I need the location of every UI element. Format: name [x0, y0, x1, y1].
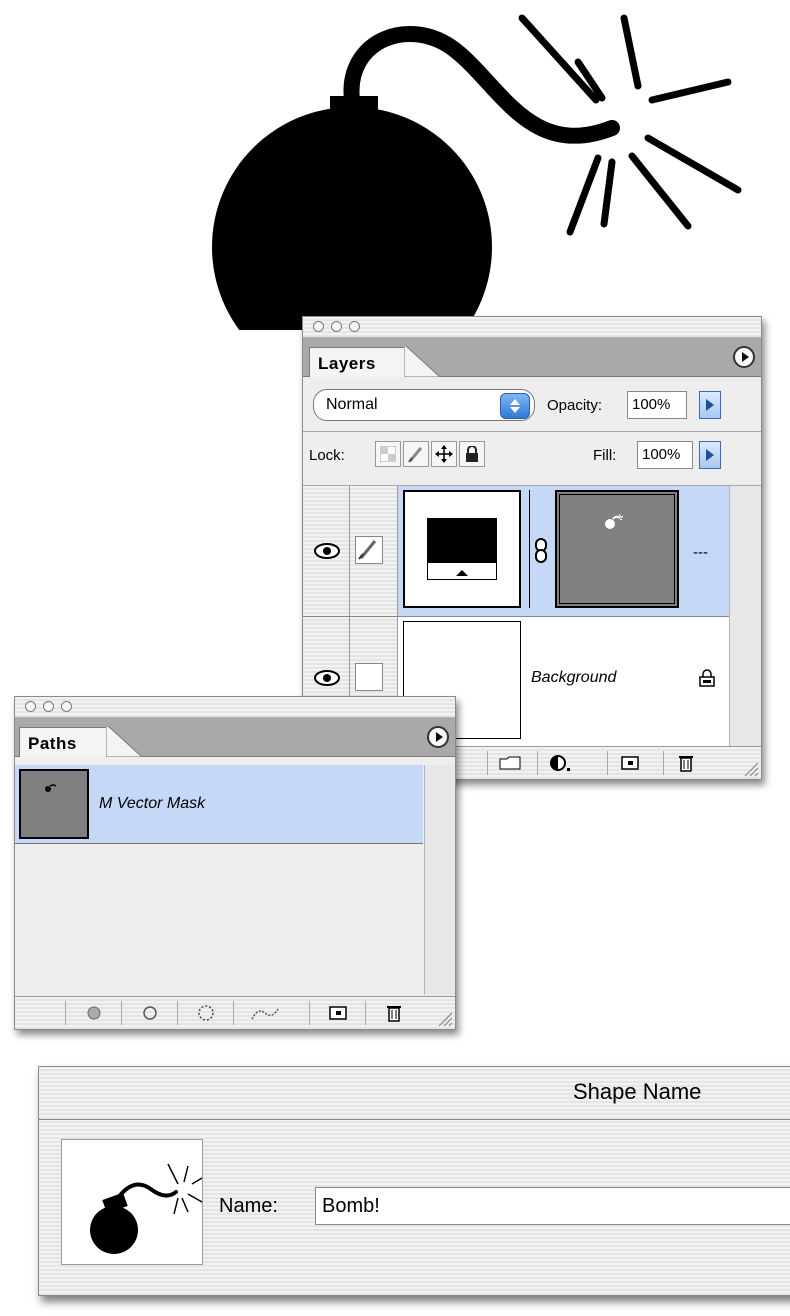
- make-work-path-button[interactable]: [233, 1001, 295, 1025]
- new-layer-button[interactable]: [607, 751, 651, 775]
- tab-layers-label: Layers: [318, 354, 376, 373]
- fill-input[interactable]: 100%: [637, 441, 693, 469]
- path-curve-icon: [250, 1008, 279, 1020]
- layers-tabrow: Layers: [303, 338, 761, 377]
- bomb-icon: [90, 1163, 203, 1254]
- play-arrow-icon: [741, 352, 749, 362]
- paths-titlebar[interactable]: [15, 697, 455, 718]
- eye-icon[interactable]: [313, 669, 341, 687]
- blend-mode-select[interactable]: Normal: [313, 389, 535, 421]
- minimize-button[interactable]: [331, 321, 342, 332]
- layer-row-shape[interactable]: ---: [303, 486, 729, 616]
- path-name: M Vector Mask: [99, 795, 206, 812]
- paths-bottom-bar: [15, 996, 455, 1029]
- opacity-label: Opacity:: [547, 397, 603, 414]
- half-circle-icon: [549, 755, 570, 771]
- brush-icon: [408, 447, 423, 463]
- new-page-icon: [620, 756, 639, 770]
- shape-name-input[interactable]: [315, 1187, 790, 1225]
- paths-scrollbar[interactable]: [424, 765, 455, 995]
- opacity-input[interactable]: 100%: [627, 391, 687, 419]
- fill-thumbnail[interactable]: [403, 490, 521, 608]
- eye-icon[interactable]: [313, 542, 341, 560]
- lock-transparency-button[interactable]: [375, 441, 401, 467]
- lock-icon: [699, 669, 715, 687]
- trash-icon: [386, 1006, 401, 1022]
- fill-value: 100%: [642, 446, 681, 463]
- delete-layer-button[interactable]: [663, 751, 707, 775]
- play-arrow-icon: [435, 732, 443, 742]
- folder-icon: [499, 756, 520, 770]
- path-thumbnail[interactable]: [19, 769, 89, 839]
- adjustment-layer-button[interactable]: [537, 751, 581, 775]
- shape-name-dialog: Shape Name Name:: [38, 1066, 790, 1296]
- filled-circle-icon: [87, 1006, 100, 1020]
- tab-edge: [404, 346, 440, 377]
- dialog-titlebar[interactable]: Shape Name: [39, 1067, 790, 1120]
- new-page-icon: [328, 1006, 347, 1020]
- resize-grip-icon[interactable]: [435, 1009, 453, 1027]
- trash-icon: [678, 756, 693, 772]
- lock-position-button[interactable]: [431, 441, 457, 467]
- brush-link-icon[interactable]: [355, 536, 383, 564]
- dialog-title: Shape Name: [573, 1079, 702, 1104]
- fill-label: Fill:: [593, 447, 617, 464]
- paths-tabrow: Paths: [15, 718, 455, 757]
- padlock-icon: [466, 446, 478, 462]
- new-group-button[interactable]: [487, 751, 531, 775]
- checker-icon: [380, 446, 396, 462]
- fill-slider-button[interactable]: [699, 441, 721, 469]
- delete-path-button[interactable]: [365, 1001, 421, 1025]
- link-slot[interactable]: [355, 663, 383, 691]
- link-chain-icon[interactable]: [535, 538, 547, 564]
- paths-panel: Paths M Vector Mask: [14, 696, 456, 1030]
- load-selection-button[interactable]: [177, 1001, 233, 1025]
- minimize-button[interactable]: [43, 701, 54, 712]
- right-arrow-icon: [706, 399, 714, 411]
- divider: [303, 431, 761, 432]
- lock-label: Lock:: [309, 447, 345, 464]
- new-path-button[interactable]: [309, 1001, 365, 1025]
- zoom-button[interactable]: [61, 701, 72, 712]
- opacity-slider-button[interactable]: [699, 391, 721, 419]
- lock-all-button[interactable]: [459, 441, 485, 467]
- bomb-shape-artwork: [212, 14, 742, 330]
- circle-outline-icon: [142, 1006, 157, 1020]
- vector-mask-thumbnail[interactable]: [555, 490, 679, 608]
- shape-preview: [61, 1139, 203, 1265]
- tab-edge: [106, 726, 142, 757]
- name-label: Name:: [219, 1195, 278, 1217]
- blend-mode-value: Normal: [326, 396, 378, 413]
- close-button[interactable]: [25, 701, 36, 712]
- lock-pixels-button[interactable]: [403, 441, 429, 467]
- panel-menu-button[interactable]: [427, 726, 449, 748]
- layer-name-background: Background: [531, 669, 617, 686]
- opacity-value: 100%: [632, 396, 671, 413]
- move-arrows-icon: [435, 445, 453, 463]
- zoom-button[interactable]: [349, 321, 360, 332]
- dotted-circle-icon: [197, 1005, 214, 1021]
- close-button[interactable]: [313, 321, 324, 332]
- stepper-arrows-icon: [500, 393, 530, 419]
- stroke-path-button[interactable]: [121, 1001, 177, 1025]
- right-arrow-icon: [706, 449, 714, 461]
- resize-grip-icon[interactable]: [741, 759, 759, 777]
- tab-paths[interactable]: Paths: [19, 727, 107, 757]
- panel-menu-button[interactable]: [733, 346, 755, 368]
- path-row[interactable]: M Vector Mask: [15, 765, 423, 844]
- layers-titlebar[interactable]: [303, 317, 761, 338]
- tab-layers[interactable]: Layers: [309, 347, 405, 377]
- fill-path-button[interactable]: [65, 1001, 121, 1025]
- tab-paths-label: Paths: [28, 734, 77, 753]
- layers-scrollbar[interactable]: [729, 486, 761, 746]
- layer-name-shape: ---: [693, 544, 708, 561]
